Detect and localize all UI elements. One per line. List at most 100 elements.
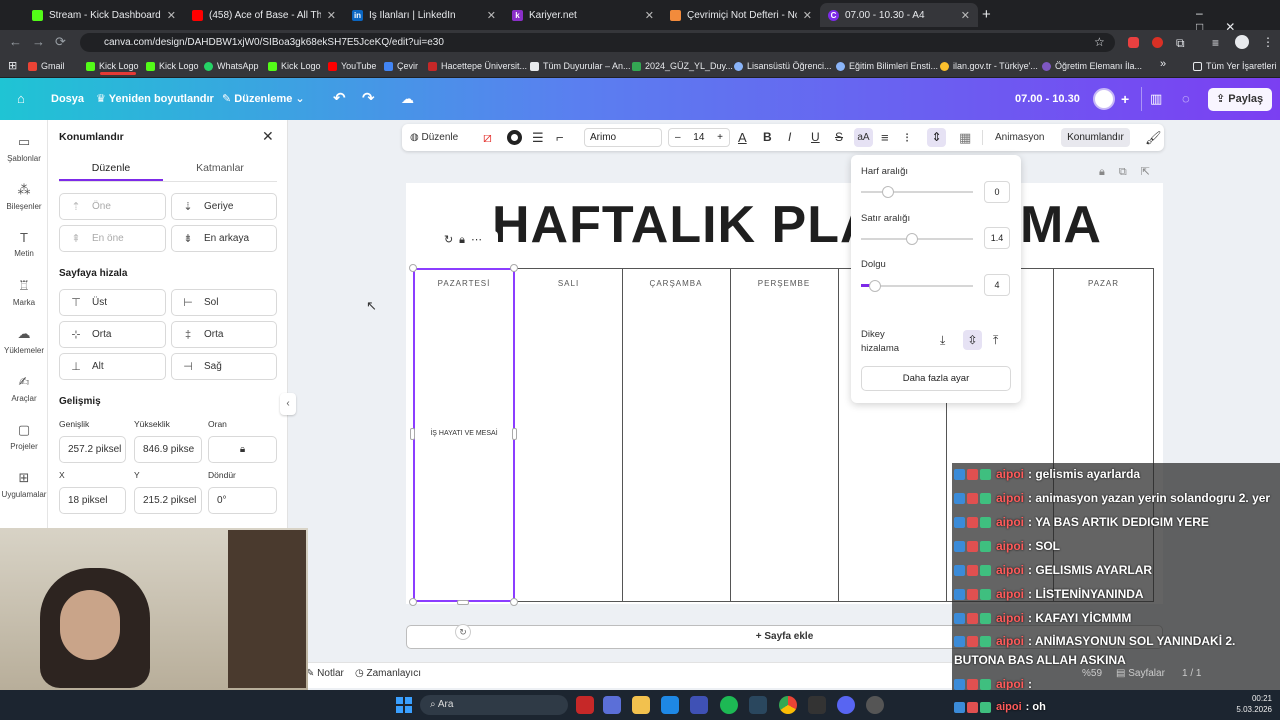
browser-tab-active[interactable]: C 07.00 - 10.30 - A4 ✕ xyxy=(820,3,978,27)
valign-top-icon[interactable]: ⤓ xyxy=(940,333,945,348)
close-icon[interactable]: ✕ xyxy=(262,128,274,145)
rail-brand[interactable]: ♖ Marka xyxy=(0,278,48,307)
browser-tab[interactable]: Çevrimiçi Not Defteri - Notlarını ✕ xyxy=(662,3,820,27)
bookmark[interactable]: Kick Logo xyxy=(268,58,321,74)
align-right-button[interactable]: ⊣ Sağ xyxy=(171,353,277,380)
spacing-icon[interactable]: ⇕ xyxy=(927,128,946,147)
side-handle[interactable] xyxy=(512,428,517,440)
bold-icon[interactable]: B xyxy=(763,124,772,151)
bookmark[interactable]: Hacettepe Üniversit... xyxy=(428,58,527,74)
border-style-icon[interactable] xyxy=(507,130,522,145)
font-size-value[interactable]: 14 xyxy=(693,129,704,146)
more-settings-button[interactable]: Daha fazla ayar xyxy=(861,366,1011,391)
windows-start-icon[interactable] xyxy=(396,697,412,713)
bring-forward-button[interactable]: ⇡ Öne xyxy=(59,193,166,220)
copilot-icon[interactable] xyxy=(603,696,621,714)
epic-games-icon[interactable] xyxy=(808,696,826,714)
resize-handle[interactable] xyxy=(510,598,518,606)
home-icon[interactable]: ⌂ xyxy=(17,89,25,109)
transparency-icon[interactable]: ▦ xyxy=(959,124,971,151)
star-icon[interactable]: ☆ xyxy=(1094,35,1105,49)
user-avatar[interactable] xyxy=(1093,88,1115,110)
height-input[interactable]: 846.9 pikse xyxy=(134,436,202,463)
underline-icon[interactable]: U xyxy=(811,124,820,151)
browser-tab[interactable]: Stream - Kick Dashboard ✕ xyxy=(24,3,184,27)
send-backward-button[interactable]: ⇣ Geriye xyxy=(171,193,277,220)
refresh-icon[interactable]: ↻ xyxy=(455,624,471,640)
planner-title-end[interactable]: MA xyxy=(1020,195,1101,255)
close-icon[interactable]: ✕ xyxy=(803,9,812,22)
rail-uploads[interactable]: ☁ Yüklemeler xyxy=(0,326,48,355)
extension-icon[interactable] xyxy=(1128,37,1139,48)
bring-to-front-button[interactable]: ⇞ En öne xyxy=(59,225,166,252)
day-monday[interactable]: PAZARTESİ xyxy=(413,279,515,288)
add-collaborator-icon[interactable]: + xyxy=(1121,89,1129,109)
day-tuesday[interactable]: SALI xyxy=(515,279,622,288)
rail-templates[interactable]: ▭ Şablonlar xyxy=(0,134,48,163)
new-tab-button[interactable]: + xyxy=(982,6,991,23)
taskbar-search[interactable]: ⌕ Ara xyxy=(420,695,568,715)
text-color-icon[interactable]: A xyxy=(738,124,747,151)
rail-text[interactable]: T Metin xyxy=(0,230,48,258)
insights-icon[interactable]: ▥ xyxy=(1150,89,1162,109)
x-input[interactable]: 18 piksel xyxy=(59,487,126,514)
profile-avatar[interactable] xyxy=(1235,35,1249,49)
close-icon[interactable]: ✕ xyxy=(167,9,176,22)
letter-spacing-input[interactable]: 0 xyxy=(984,181,1010,203)
letter-spacing-slider[interactable] xyxy=(861,191,973,193)
rail-projects[interactable]: ▢ Projeler xyxy=(0,422,48,451)
clock[interactable]: 00:21 5.03.2026 xyxy=(1212,693,1272,715)
align-top-button[interactable]: ⊤ Üst xyxy=(59,289,166,316)
undo-icon[interactable]: ↶ xyxy=(333,89,346,109)
discord-icon[interactable] xyxy=(837,696,855,714)
file-explorer-icon[interactable] xyxy=(632,696,650,714)
collapse-panel-button[interactable]: ‹ xyxy=(280,393,296,415)
tab-layers[interactable]: Katmanlar xyxy=(168,162,272,174)
comment-icon[interactable]: ◌ xyxy=(1182,89,1190,109)
page-actions[interactable]: 🔒︎⧉⇱ xyxy=(1099,165,1164,179)
browser-tab[interactable]: k Kariyer.net ✕ xyxy=(504,3,662,27)
no-color-icon[interactable]: ⧄ xyxy=(483,124,492,151)
element-quick-actions[interactable]: ↻🔒︎⋯ xyxy=(434,231,498,249)
strikethrough-icon[interactable]: S xyxy=(835,124,843,151)
slider-knob[interactable] xyxy=(906,233,918,245)
zoom-level[interactable]: %59 xyxy=(1082,668,1102,679)
day-thursday[interactable]: PERŞEMBE xyxy=(730,279,838,288)
text-align-icon[interactable]: ≡ xyxy=(881,124,889,151)
bookmark[interactable]: Lisansüstü Öğrenci... xyxy=(734,58,832,74)
store-icon[interactable] xyxy=(690,696,708,714)
valign-bottom-icon[interactable]: ⤒ xyxy=(993,333,998,348)
close-icon[interactable]: ✕ xyxy=(645,9,654,22)
tab-arrange[interactable]: Düzenle xyxy=(59,162,163,174)
letter-case-icon[interactable]: aA xyxy=(854,128,873,147)
bookmark[interactable]: YouTube xyxy=(328,58,376,74)
day-wednesday[interactable]: ÇARŞAMBA xyxy=(622,279,730,288)
apps-grid-icon[interactable]: ⊞ xyxy=(8,59,17,72)
rail-elements[interactable]: ⁂ Bileşenler xyxy=(0,182,48,211)
file-menu[interactable]: Dosya xyxy=(51,89,84,109)
rail-apps[interactable]: ⊞ Uygulamalar xyxy=(0,470,48,499)
pages-button[interactable]: ▤ Sayfalar xyxy=(1116,668,1165,679)
close-icon[interactable]: ✕ xyxy=(961,9,970,22)
bookmark[interactable]: Eğitim Bilimleri Ensti... xyxy=(836,58,938,74)
steam-icon[interactable] xyxy=(749,696,767,714)
resize-button[interactable]: ♛ Yeniden boyutlandır xyxy=(96,89,214,109)
bookmark[interactable]: 2024_GÜZ_YL_Duy... xyxy=(632,58,733,74)
bookmark[interactable]: Tüm Duyurular – An... xyxy=(530,58,631,74)
rotate-input[interactable]: 0° xyxy=(208,487,277,514)
redo-icon[interactable]: ↷ xyxy=(362,89,375,109)
animate-button[interactable]: Animasyon xyxy=(995,124,1044,151)
outlook-icon[interactable] xyxy=(661,696,679,714)
align-center-button[interactable]: ‡ Orta xyxy=(171,321,277,348)
more-icon[interactable]: ⋯ xyxy=(471,234,488,246)
align-left-button[interactable]: ⊢ Sol xyxy=(171,289,277,316)
lock-ratio-button[interactable]: 🔒︎ xyxy=(208,436,277,463)
all-bookmarks[interactable]: Tüm Yer İşaretleri xyxy=(1193,58,1277,74)
url-field[interactable]: canva.com/design/DAHDBW1xjW0/SIBoa3gk68e… xyxy=(80,33,1115,52)
padding-input[interactable]: 4 xyxy=(984,274,1010,296)
share-button[interactable]: ⇪ Paylaş xyxy=(1208,88,1272,111)
chevron-right-icon[interactable]: » xyxy=(1160,58,1166,70)
italic-icon[interactable]: I xyxy=(788,124,791,151)
chrome-icon[interactable] xyxy=(779,696,797,714)
slider-knob[interactable] xyxy=(869,280,881,292)
